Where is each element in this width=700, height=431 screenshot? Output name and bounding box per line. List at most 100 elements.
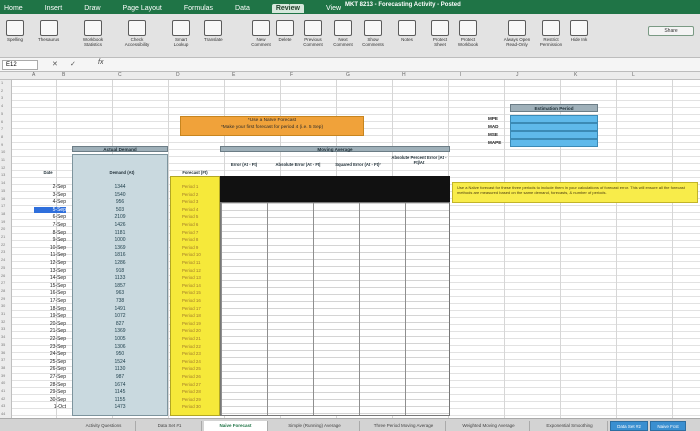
metric-mad-value[interactable] bbox=[510, 123, 598, 131]
period-label-cell[interactable]: Period 25 bbox=[172, 366, 218, 371]
date-cell[interactable]: 5-Sep bbox=[34, 206, 66, 213]
demand-cell[interactable]: 1005 bbox=[103, 336, 137, 342]
row-number[interactable]: 36 bbox=[1, 351, 5, 355]
column-j[interactable]: J bbox=[516, 72, 519, 78]
date-cell[interactable]: 20-Sep bbox=[34, 321, 66, 327]
column-h[interactable]: H bbox=[402, 72, 406, 78]
menu-review[interactable]: Review bbox=[271, 3, 304, 13]
date-cell[interactable]: 21-Sep bbox=[34, 328, 66, 334]
row-number[interactable]: 17 bbox=[1, 204, 5, 208]
row-number[interactable]: 6 bbox=[1, 120, 3, 124]
period-label-cell[interactable]: Period 10 bbox=[172, 252, 218, 257]
row-number[interactable]: 19 bbox=[1, 220, 5, 224]
row-number[interactable]: 13 bbox=[1, 173, 5, 177]
demand-cell[interactable]: 1286 bbox=[103, 260, 137, 266]
row-number[interactable]: 10 bbox=[1, 150, 5, 154]
share-button[interactable]: Share bbox=[648, 26, 694, 36]
demand-cell[interactable]: 1473 bbox=[103, 404, 137, 410]
row-number[interactable]: 27 bbox=[1, 281, 5, 285]
demand-cell[interactable]: 956 bbox=[103, 199, 137, 205]
date-cell[interactable]: 15-Sep bbox=[34, 283, 66, 289]
demand-cell[interactable]: 1133 bbox=[103, 275, 137, 281]
name-box[interactable]: E12 bbox=[2, 60, 38, 70]
period-label-cell[interactable]: Period 4 bbox=[172, 207, 218, 212]
demand-cell[interactable]: 1155 bbox=[103, 397, 137, 403]
period-label-cell[interactable]: Period 8 bbox=[172, 237, 218, 242]
column-e[interactable]: E bbox=[232, 72, 235, 78]
date-cell[interactable]: 17-Sep bbox=[34, 298, 66, 304]
column-i[interactable]: I bbox=[460, 72, 461, 78]
new-comment-button[interactable]: New Comment bbox=[248, 20, 274, 47]
row-number[interactable]: 44 bbox=[1, 412, 5, 416]
tab-data-set-1[interactable]: Data Set #1 bbox=[138, 421, 202, 431]
menu-data[interactable]: Data bbox=[235, 5, 250, 12]
row-number[interactable]: 29 bbox=[1, 297, 5, 301]
menu-page-layout[interactable]: Page Layout bbox=[123, 5, 162, 12]
protect-sheet-button[interactable]: Protect Sheet bbox=[428, 20, 452, 47]
demand-cell[interactable]: 1145 bbox=[103, 389, 137, 395]
check-accessibility-button[interactable]: Check Accessibility bbox=[120, 20, 154, 47]
demand-cell[interactable]: 918 bbox=[103, 268, 137, 274]
demand-cell[interactable]: 1344 bbox=[103, 184, 137, 190]
demand-cell[interactable]: 1369 bbox=[103, 245, 137, 251]
period-label-cell[interactable]: Period 20 bbox=[172, 328, 218, 333]
period-label-cell[interactable]: Period 22 bbox=[172, 344, 218, 349]
row-number[interactable]: 42 bbox=[1, 397, 5, 401]
row-number[interactable]: 28 bbox=[1, 289, 5, 293]
row-number[interactable]: 41 bbox=[1, 389, 5, 393]
date-cell[interactable]: 16-Sep bbox=[34, 290, 66, 296]
date-cell[interactable]: 7-Sep bbox=[34, 222, 66, 228]
period-label-cell[interactable]: Period 26 bbox=[172, 374, 218, 379]
period-label-cell[interactable]: Period 5 bbox=[172, 214, 218, 219]
demand-cell[interactable]: 1306 bbox=[103, 344, 137, 350]
translate-button[interactable]: Translate bbox=[204, 20, 223, 42]
demand-cell[interactable]: 1491 bbox=[103, 306, 137, 312]
period-label-cell[interactable]: Period 17 bbox=[172, 306, 218, 311]
date-cell[interactable]: 26-Sep bbox=[34, 366, 66, 372]
notes-button[interactable]: Notes bbox=[398, 20, 416, 42]
date-cell[interactable]: 29-Sep bbox=[34, 389, 66, 395]
date-cell[interactable]: 28-Sep bbox=[34, 382, 66, 388]
row-number[interactable]: 4 bbox=[1, 104, 3, 108]
row-number[interactable]: 21 bbox=[1, 235, 5, 239]
demand-cell[interactable]: 1524 bbox=[103, 359, 137, 365]
column-c[interactable]: C bbox=[118, 72, 122, 78]
metric-mape-value[interactable] bbox=[510, 139, 598, 147]
period-label-cell[interactable]: Period 21 bbox=[172, 336, 218, 341]
date-cell[interactable]: 27-Sep bbox=[34, 374, 66, 380]
column-g[interactable]: G bbox=[346, 72, 350, 78]
date-cell[interactable]: 8-Sep bbox=[34, 230, 66, 236]
smart-lookup-button[interactable]: Smart Lookup bbox=[168, 20, 194, 47]
row-number[interactable]: 9 bbox=[1, 143, 3, 147]
period-label-cell[interactable]: Period 13 bbox=[172, 275, 218, 280]
restrict-permission-button[interactable]: Restrict Permission bbox=[536, 20, 566, 47]
demand-cell[interactable]: 1000 bbox=[103, 237, 137, 243]
demand-cell[interactable]: 503 bbox=[103, 207, 137, 213]
column-f[interactable]: F bbox=[290, 72, 293, 78]
row-number[interactable]: 40 bbox=[1, 381, 5, 385]
row-number[interactable]: 43 bbox=[1, 404, 5, 408]
demand-cell[interactable]: 738 bbox=[103, 298, 137, 304]
period-label-cell[interactable]: Period 30 bbox=[172, 404, 218, 409]
demand-cell[interactable]: 1857 bbox=[103, 283, 137, 289]
demand-cell[interactable]: 1181 bbox=[103, 230, 137, 236]
hide-ink-button[interactable]: Hide Ink bbox=[570, 20, 588, 42]
period-label-cell[interactable]: Period 16 bbox=[172, 298, 218, 303]
row-number[interactable]: 1 bbox=[1, 81, 3, 85]
period-label-cell[interactable]: Period 15 bbox=[172, 290, 218, 295]
row-number[interactable]: 33 bbox=[1, 327, 5, 331]
column-a[interactable]: A bbox=[32, 72, 35, 78]
demand-cell[interactable]: 987 bbox=[103, 374, 137, 380]
date-cell[interactable]: 10-Sep bbox=[34, 245, 66, 251]
metric-mpe-value[interactable] bbox=[510, 115, 598, 123]
column-l[interactable]: L bbox=[632, 72, 635, 78]
menu-insert[interactable]: Insert bbox=[45, 5, 63, 12]
period-label-cell[interactable]: Period 7 bbox=[172, 230, 218, 235]
date-cell[interactable]: 30-Sep bbox=[34, 397, 66, 403]
row-number[interactable]: 35 bbox=[1, 343, 5, 347]
tab-simple-running-average[interactable]: Simple (Running) Average bbox=[270, 421, 360, 431]
period-label-cell[interactable]: Period 28 bbox=[172, 389, 218, 394]
period-label-cell[interactable]: Period 29 bbox=[172, 397, 218, 402]
period-label-cell[interactable]: Period 24 bbox=[172, 359, 218, 364]
row-number[interactable]: 30 bbox=[1, 304, 5, 308]
